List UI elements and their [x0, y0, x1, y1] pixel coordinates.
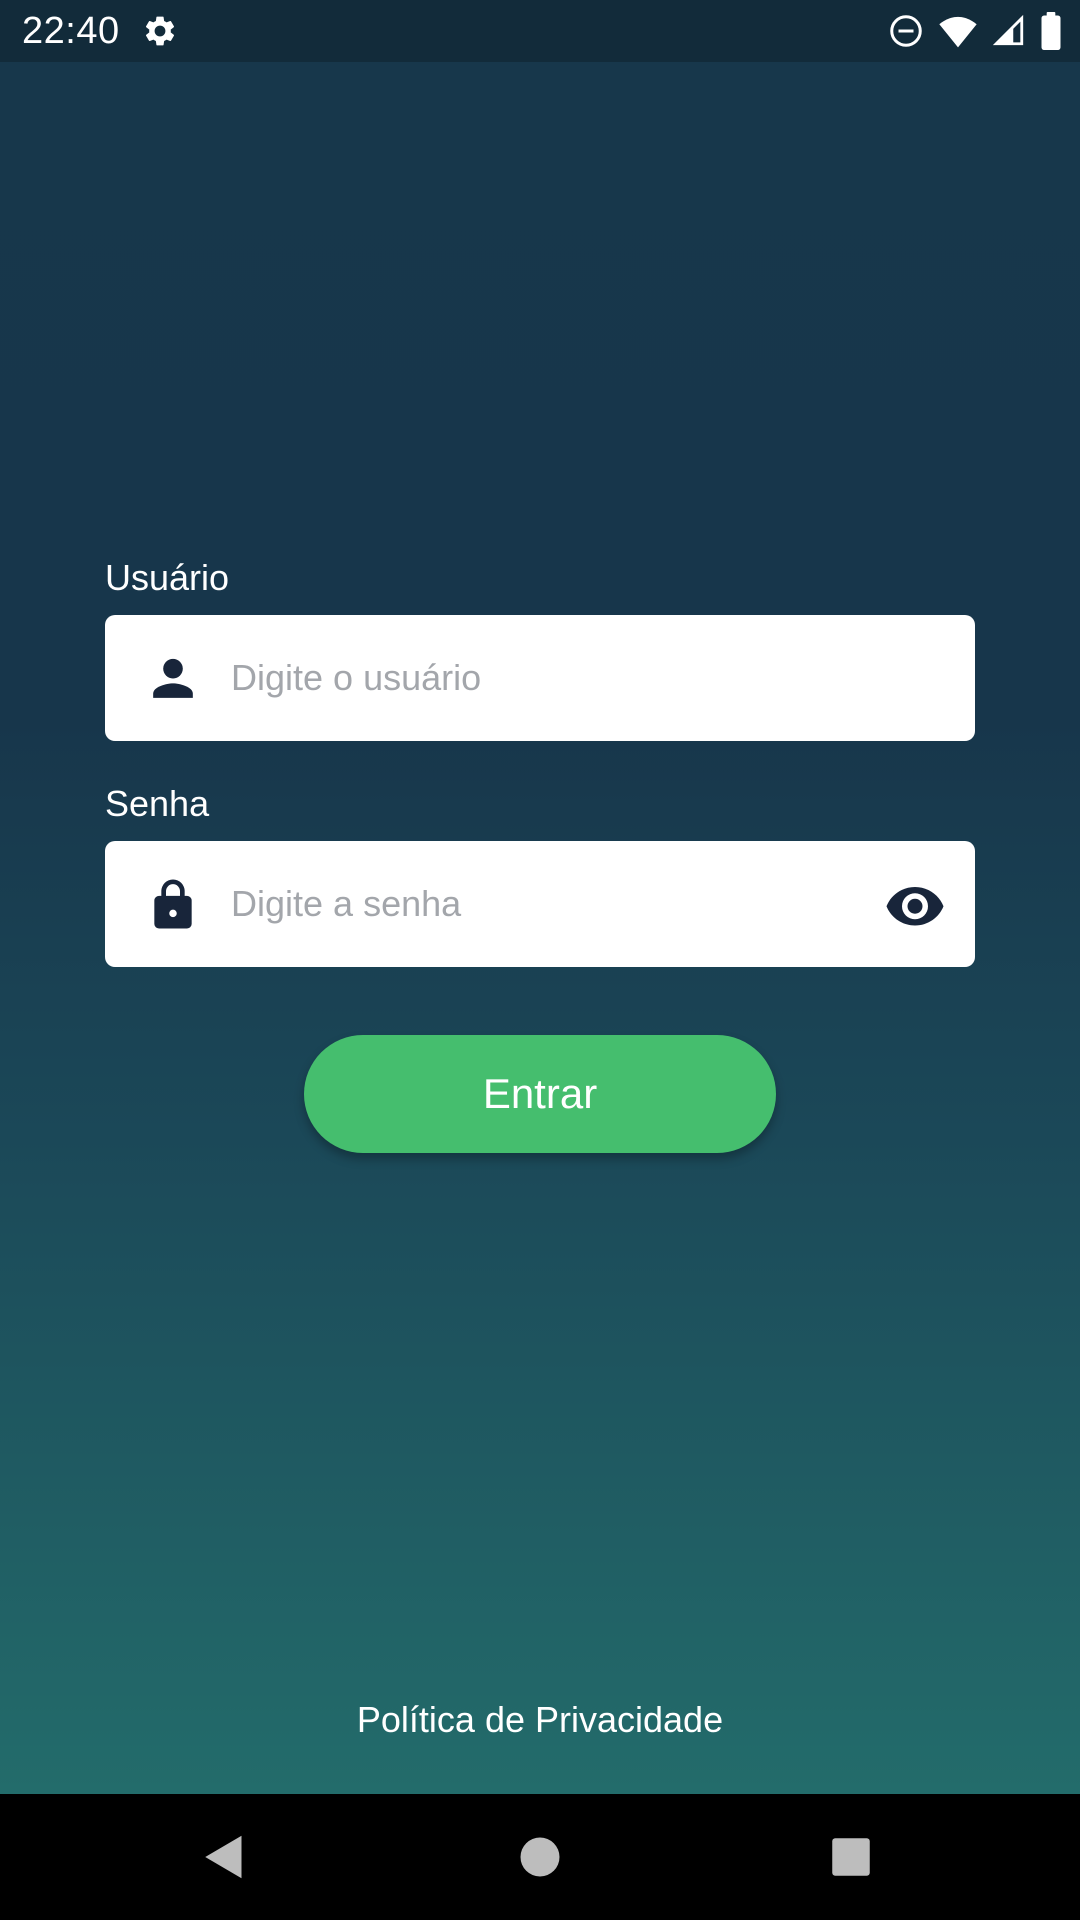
home-icon[interactable] [510, 1827, 570, 1887]
battery-icon [1041, 12, 1061, 50]
eye-icon[interactable] [885, 875, 945, 935]
recents-icon[interactable] [821, 1827, 881, 1887]
username-input[interactable] [231, 615, 871, 741]
back-icon[interactable] [194, 1827, 254, 1887]
login-screen: 22:40 Usuário Digite o usuário Senha Ent… [0, 0, 1080, 1920]
password-input[interactable] [231, 841, 871, 967]
gear-icon [145, 16, 175, 46]
username-label: Usuário [105, 557, 230, 598]
status-time: 22:40 [22, 10, 120, 52]
password-label: Senha [105, 783, 210, 824]
username-field[interactable] [105, 615, 975, 741]
person-icon [153, 658, 193, 698]
password-field[interactable] [105, 841, 975, 967]
do-not-disturb-icon [890, 15, 922, 47]
navigation-bar [0, 1794, 1080, 1920]
login-button[interactable]: Entrar [304, 1035, 776, 1153]
lock-icon [154, 879, 192, 929]
status-bar: 22:40 [0, 0, 1080, 62]
signal-icon [992, 14, 1024, 46]
status-icons [888, 12, 1062, 50]
login-content: Usuário Senha Entrar Política de Privaci [0, 62, 1080, 1794]
privacy-policy-link[interactable]: Política de Privacidade [0, 1698, 1080, 1742]
wifi-icon [939, 16, 977, 48]
